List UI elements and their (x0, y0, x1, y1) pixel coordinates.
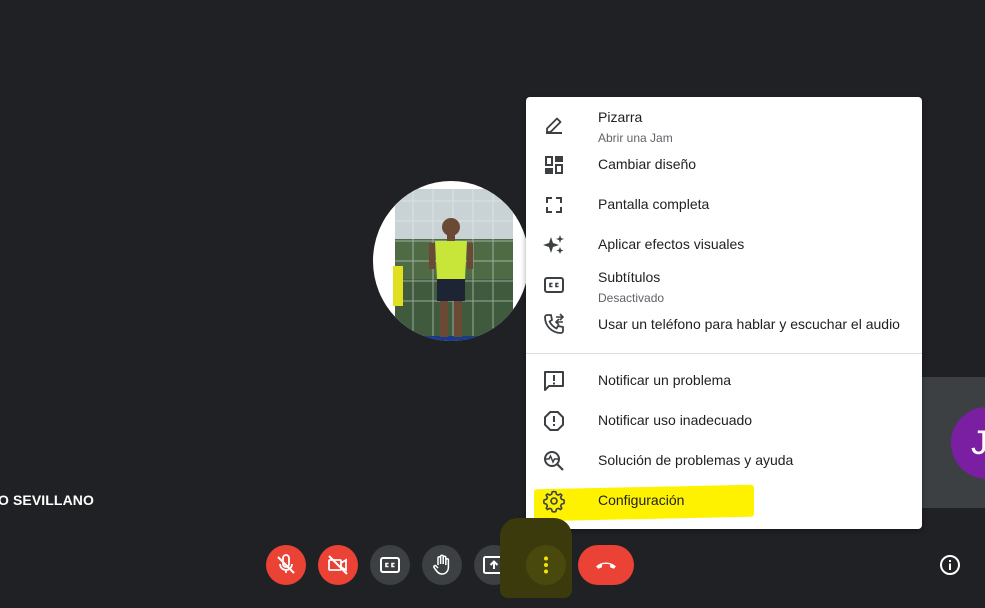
mic-toggle-button[interactable] (266, 545, 306, 585)
more-options-menu: Pizarra Abrir una Jam Cambiar diseño Pan… (526, 97, 922, 529)
fullscreen-icon (542, 193, 566, 217)
raise-hand-button[interactable] (422, 545, 462, 585)
menu-item-settings[interactable]: Configuración (526, 481, 922, 522)
leave-call-button[interactable] (578, 545, 634, 585)
menu-item-label: Cambiar diseño (598, 156, 697, 172)
menu-item-visual-effects[interactable]: Aplicar efectos visuales (526, 225, 922, 265)
menu-item-sublabel: Desactivado (598, 291, 665, 305)
more-options-button[interactable] (526, 545, 566, 585)
report-icon (542, 409, 566, 433)
menu-item-label: Solución de problemas y ayuda (598, 452, 794, 468)
camera-toggle-button[interactable] (318, 545, 358, 585)
menu-item-label: Pizarra (598, 109, 643, 125)
troubleshoot-icon (542, 449, 566, 473)
menu-item-whiteboard[interactable]: Pizarra Abrir una Jam (526, 97, 922, 145)
feedback-icon (542, 369, 566, 393)
menu-item-label: Notificar un problema (598, 372, 732, 388)
captions-icon (380, 557, 400, 573)
menu-item-label: Aplicar efectos visuales (598, 236, 745, 252)
more-vert-icon (544, 556, 548, 574)
menu-item-label: Notificar uso inadecuado (598, 412, 753, 428)
menu-item-label: Pantalla completa (598, 196, 710, 212)
menu-item-report-problem[interactable]: Notificar un problema (526, 361, 922, 401)
pencil-icon (542, 113, 566, 137)
menu-item-sublabel: Abrir una Jam (598, 131, 673, 145)
sparkle-icon (542, 233, 566, 257)
captions-icon (542, 273, 566, 297)
participant-avatar (373, 181, 529, 341)
menu-item-label: Usar un teléfono para hablar y escuchar … (598, 316, 900, 332)
participant-name: O SEVILLANO (0, 492, 94, 508)
camera-off-icon (328, 555, 348, 575)
captions-button[interactable] (370, 545, 410, 585)
hand-icon (433, 554, 450, 575)
menu-item-captions[interactable]: Subtítulos Desactivado (526, 265, 922, 309)
menu-item-phone-audio[interactable]: Usar un teléfono para hablar y escuchar … (526, 309, 922, 349)
call-end-icon (596, 562, 616, 569)
menu-item-label: Subtítulos (598, 269, 661, 285)
phone-forward-icon (542, 312, 566, 336)
menu-item-troubleshooting[interactable]: Solución de problemas y ayuda (526, 441, 922, 481)
menu-divider (526, 353, 922, 354)
settings-icon (542, 489, 566, 513)
mic-off-icon (277, 554, 295, 574)
menu-item-report-abuse[interactable]: Notificar uso inadecuado (526, 401, 922, 441)
meeting-stage: J O SEVILLANO Pizarra Abrir una Jam Camb… (0, 0, 985, 608)
menu-item-fullscreen[interactable]: Pantalla completa (526, 185, 922, 225)
meeting-details-button[interactable] (938, 553, 962, 577)
info-icon (940, 555, 960, 575)
menu-item-label: Configuración (598, 492, 685, 508)
layout-icon (542, 153, 566, 177)
menu-item-change-layout[interactable]: Cambiar diseño (526, 145, 922, 185)
